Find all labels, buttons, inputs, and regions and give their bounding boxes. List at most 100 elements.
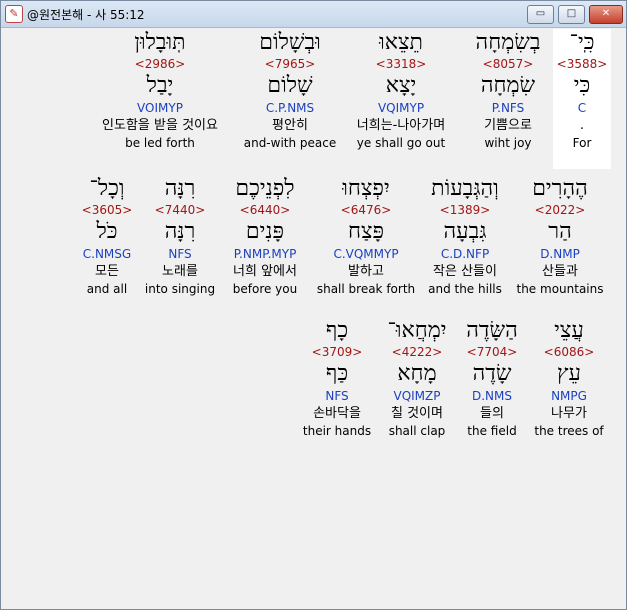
morphology: VQIMYP bbox=[377, 101, 425, 115]
english-gloss: be led forth bbox=[125, 136, 195, 150]
english-gloss: their hands bbox=[302, 424, 372, 438]
lemma: פָּצַח bbox=[347, 219, 385, 244]
word-block[interactable]: עֲצֵי <6086> עֵץ NMPG 나무가 the trees of bbox=[529, 317, 609, 439]
korean-gloss: 노래를 bbox=[162, 264, 198, 279]
korean-gloss: 칠 것이며 bbox=[391, 406, 443, 421]
lemma: פָּנִים bbox=[245, 219, 285, 244]
strong-number[interactable]: <3588> bbox=[553, 57, 611, 72]
english-gloss: ye shall go out bbox=[356, 136, 446, 150]
strong-number[interactable]: <6476> bbox=[311, 203, 421, 218]
word-block[interactable]: כָף <3709> כַּף NFS 손바닥을 their hands bbox=[297, 317, 377, 439]
hebrew-word: יִמְחֲאוּ־ bbox=[387, 318, 447, 343]
word-block[interactable]: תֵצֵאוּ <3318> יָצָא VQIMYP 너희는-나아가며 ye … bbox=[343, 29, 459, 151]
korean-gloss: 발하고 bbox=[348, 264, 384, 279]
strong-number[interactable]: <6440> bbox=[219, 203, 311, 218]
minimize-button[interactable]: ▭ bbox=[527, 5, 554, 24]
lemma: שָׂדֶה bbox=[472, 361, 512, 386]
morphology: C.D.NFP bbox=[440, 247, 490, 261]
word-block[interactable]: רִנָּה <7440> רִנָּה NFS 노래를 into singin… bbox=[141, 175, 219, 297]
hebrew-word: הֶהָרִים bbox=[532, 176, 588, 201]
hebrew-word: וּבְשָׁלוֹם bbox=[259, 30, 321, 55]
hebrew-word: עֲצֵי bbox=[554, 318, 584, 343]
interlinear-window: ✎ @원전본해 - 사 55:12 ▭ □ ✕ כִּֽי־ <3588> כִ… bbox=[0, 0, 627, 610]
lemma: עֵץ bbox=[557, 361, 581, 386]
close-button[interactable]: ✕ bbox=[589, 5, 623, 24]
word-block[interactable]: וְהַגְּבָעוֹת <1389> גִּבְעָה C.D.NFP 작은… bbox=[417, 175, 513, 297]
english-gloss: the trees of bbox=[534, 424, 604, 438]
english-gloss: before you bbox=[232, 282, 298, 296]
word-block[interactable]: יִפְצְחוּ <6476> פָּצַח C.VQMMYP 발하고 sha… bbox=[311, 175, 421, 297]
strong-number[interactable]: <7440> bbox=[141, 203, 219, 218]
lemma: מָחָא bbox=[397, 361, 437, 386]
window-title: @원전본해 - 사 55:12 bbox=[27, 8, 145, 22]
morphology: VOIMYP bbox=[137, 101, 183, 115]
word-block[interactable]: הֶהָרִים <2022> הַר D.NMP 산들과 the mounta… bbox=[515, 175, 605, 297]
strong-number[interactable]: <3318> bbox=[343, 57, 459, 72]
hebrew-word: כִּֽי־ bbox=[569, 30, 595, 55]
word-block[interactable]: בְשִׂמְחָה <8057> שִׂמְחָה P.NFS 기쁨으로 wi… bbox=[469, 29, 547, 151]
strong-number[interactable]: <4222> bbox=[379, 345, 455, 360]
lemma: שָׁלוֹם bbox=[267, 73, 313, 98]
strong-number[interactable]: <6086> bbox=[529, 345, 609, 360]
korean-gloss: 너희는-나아가며 bbox=[356, 118, 446, 133]
english-gloss: and the hills bbox=[428, 282, 502, 296]
english-gloss: and-with peace bbox=[243, 136, 337, 150]
morphology: P.NFS bbox=[491, 101, 525, 115]
word-block[interactable]: תּֽוּבָלוּן <2986> יָבַל VOIMYP 인도함을 받을 … bbox=[85, 29, 235, 151]
morphology: P.NMP.MYP bbox=[233, 247, 297, 261]
pen-icon: ✎ bbox=[5, 5, 23, 23]
english-gloss: shall break forth bbox=[316, 282, 416, 296]
strong-number[interactable]: <2022> bbox=[515, 203, 605, 218]
hebrew-word: יִפְצְחוּ bbox=[342, 176, 390, 201]
strong-number[interactable]: <3605> bbox=[75, 203, 139, 218]
korean-gloss: 평안히 bbox=[272, 118, 308, 133]
strong-number[interactable]: <7704> bbox=[455, 345, 529, 360]
morphology: C.P.NMS bbox=[265, 101, 315, 115]
hebrew-word: וְכָל־ bbox=[89, 176, 125, 201]
korean-gloss: . bbox=[579, 118, 585, 133]
morphology: D.NMS bbox=[471, 389, 512, 403]
morphology: C.VQMMYP bbox=[333, 247, 399, 261]
english-gloss: wiht joy bbox=[484, 136, 532, 150]
korean-gloss: 인도함을 받을 것이요 bbox=[102, 118, 218, 133]
korean-gloss: 모든 bbox=[95, 264, 119, 279]
english-gloss: the mountains bbox=[516, 282, 604, 296]
lemma: רִנָּה bbox=[164, 219, 196, 244]
hebrew-word: תֵצֵאוּ bbox=[379, 30, 423, 55]
morphology: VQIMZP bbox=[393, 389, 441, 403]
strong-number[interactable]: <7965> bbox=[241, 57, 339, 72]
morphology: NMPG bbox=[551, 389, 587, 403]
strong-number[interactable]: <3709> bbox=[297, 345, 377, 360]
word-block[interactable]: וְכָל־ <3605> כֹּל C.NMSG 모든 and all bbox=[75, 175, 139, 297]
korean-gloss: 작은 산들이 bbox=[433, 264, 497, 279]
korean-gloss: 산들과 bbox=[542, 264, 578, 279]
morphology: C bbox=[577, 101, 587, 115]
english-gloss: For bbox=[572, 136, 592, 150]
word-block[interactable]: כִּֽי־ <3588> כִּי C . For bbox=[553, 29, 611, 169]
korean-gloss: 나무가 bbox=[551, 406, 587, 421]
maximize-button[interactable]: □ bbox=[558, 5, 585, 24]
english-gloss: shall clap bbox=[388, 424, 446, 438]
strong-number[interactable]: <8057> bbox=[469, 57, 547, 72]
word-block[interactable]: הַשָּׂדֶה <7704> שָׂדֶה D.NMS 들의 the fie… bbox=[455, 317, 529, 439]
title-bar[interactable]: ✎ @원전본해 - 사 55:12 ▭ □ ✕ bbox=[1, 1, 626, 28]
word-block[interactable]: לִפְנֵיכֶם <6440> פָּנִים P.NMP.MYP 너희 앞… bbox=[219, 175, 311, 297]
word-block[interactable]: יִמְחֲאוּ־ <4222> מָחָא VQIMZP 칠 것이며 sha… bbox=[379, 317, 455, 439]
english-gloss: the field bbox=[467, 424, 517, 438]
lemma: שִׂמְחָה bbox=[480, 73, 536, 98]
hebrew-word: כָף bbox=[325, 318, 349, 343]
english-gloss: into singing bbox=[144, 282, 216, 296]
lemma: יָבַל bbox=[146, 73, 174, 98]
hebrew-word: וְהַגְּבָעוֹת bbox=[431, 176, 499, 201]
korean-gloss: 손바닥을 bbox=[313, 406, 361, 421]
lemma: כֹּל bbox=[96, 219, 118, 244]
korean-gloss: 너희 앞에서 bbox=[233, 264, 297, 279]
lemma: כַּף bbox=[325, 361, 349, 386]
hebrew-word: רִנָּה bbox=[164, 176, 196, 201]
hebrew-word: הַשָּׂדֶה bbox=[466, 318, 518, 343]
english-gloss: and all bbox=[86, 282, 128, 296]
lemma: כִּי bbox=[573, 73, 591, 98]
strong-number[interactable]: <2986> bbox=[85, 57, 235, 72]
strong-number[interactable]: <1389> bbox=[417, 203, 513, 218]
word-block[interactable]: וּבְשָׁלוֹם <7965> שָׁלוֹם C.P.NMS 평안히 a… bbox=[241, 29, 339, 151]
